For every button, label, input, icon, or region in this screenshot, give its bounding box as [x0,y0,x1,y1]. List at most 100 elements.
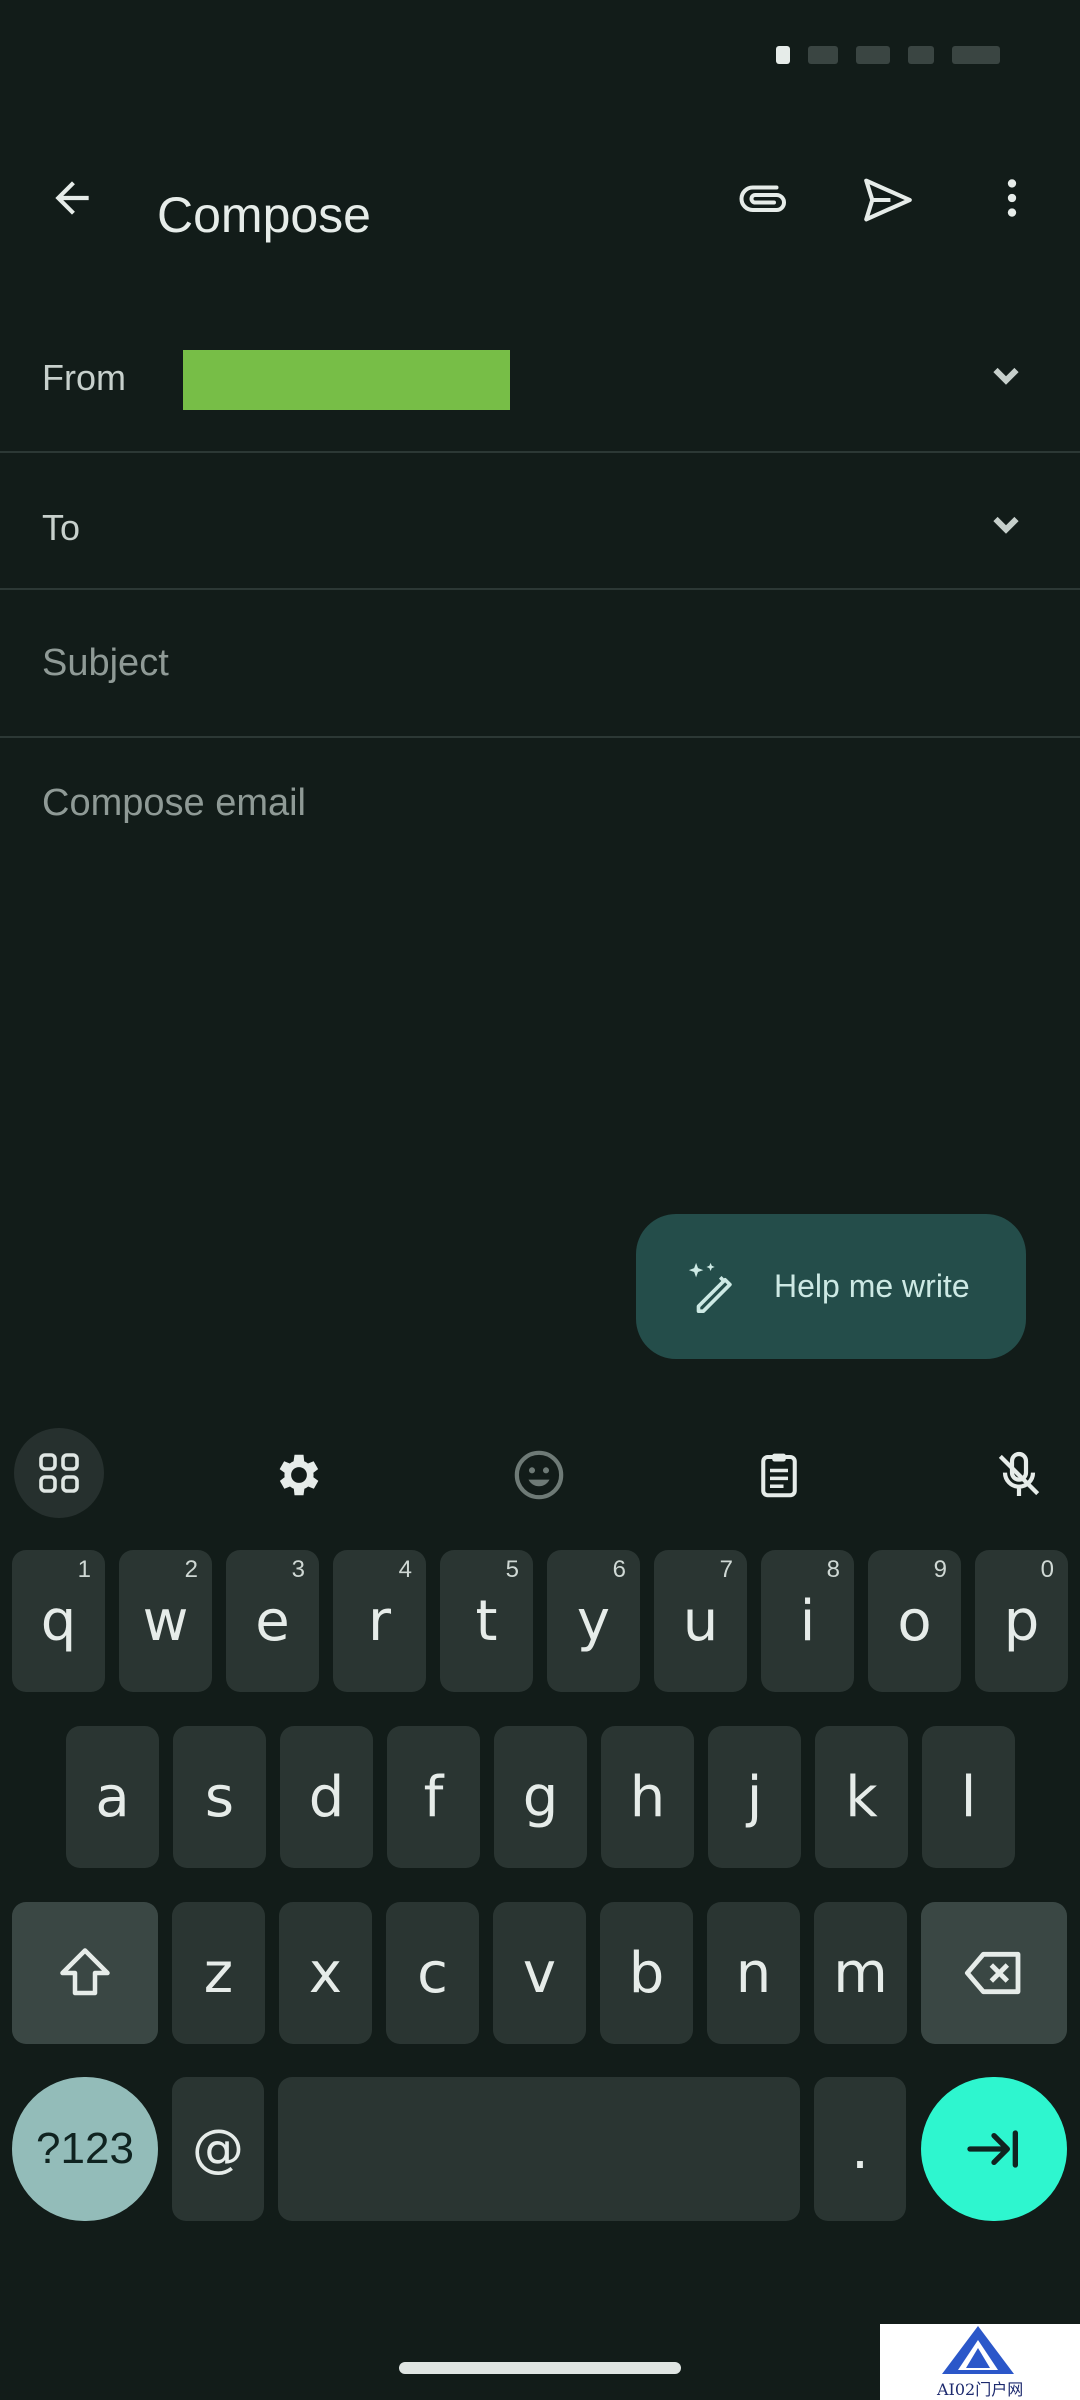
key-c[interactable]: c [386,1902,479,2044]
key-f-label: f [423,1764,444,1830]
key-j[interactable]: j [708,1726,801,1868]
home-indicator[interactable] [399,2362,681,2374]
keyboard-clipboard-button[interactable] [744,1440,814,1510]
key-q[interactable]: q1 [12,1550,105,1692]
key-i-hint: 8 [826,1556,840,1583]
key-l[interactable]: l [922,1726,1015,1868]
mic-off-icon [998,1451,1040,1496]
key-k[interactable]: k [815,1726,908,1868]
key-v[interactable]: v [493,1902,586,2044]
key-d-label: d [308,1764,345,1830]
divider [0,451,1080,453]
subject-field[interactable]: Subject [42,642,169,685]
key-e-hint: 3 [291,1556,305,1583]
key-q-label: q [40,1588,77,1654]
divider [0,588,1080,590]
key-u-label: u [682,1588,719,1654]
key-d[interactable]: d [280,1726,373,1868]
key-i-label: i [799,1588,816,1654]
from-account-redacted[interactable] [183,350,510,410]
keyboard-mic-button[interactable] [984,1440,1054,1510]
network-icon [856,46,890,64]
keyboard-settings-button[interactable] [264,1440,334,1510]
key-y-label: y [576,1588,611,1654]
gear-icon [279,1454,319,1496]
page-title: Compose [157,187,371,243]
send-button[interactable] [850,162,926,238]
status-bar [0,0,1080,130]
shift-arrow-icon [60,1948,110,1996]
from-label: From [42,357,126,398]
key-m-label: m [833,1940,888,2006]
key-r[interactable]: r4 [333,1550,426,1692]
from-chevron-down-icon[interactable] [988,358,1024,394]
apps-grid-icon [39,1453,79,1493]
key-t[interactable]: t5 [440,1550,533,1692]
period-key[interactable]: . [814,2077,906,2221]
key-a[interactable]: a [66,1726,159,1868]
key-t-hint: 5 [505,1556,519,1583]
key-z[interactable]: z [172,1902,265,2044]
watermark-logo: AI02门户网 [880,2324,1080,2400]
key-w[interactable]: w2 [119,1550,212,1692]
key-r-hint: 4 [398,1556,412,1583]
attach-button[interactable] [726,162,802,238]
key-o-label: o [897,1588,932,1654]
key-i[interactable]: i8 [761,1550,854,1692]
keyboard-apps-button[interactable] [14,1428,104,1518]
help-me-write-button[interactable]: Help me write [636,1214,1026,1359]
space-key[interactable] [278,2077,800,2221]
battery-level-icon [952,46,1000,64]
key-p[interactable]: p0 [975,1550,1068,1692]
key-n[interactable]: n [707,1902,800,2044]
emoji-icon [514,1450,564,1500]
key-n-label: n [735,1940,772,2006]
key-z-label: z [203,1940,234,2006]
key-x-label: x [308,1940,343,2006]
wifi-icon [808,46,838,64]
key-c-label: c [417,1940,448,2006]
more-vert-icon [1007,179,1017,217]
compose-body-field[interactable]: Compose email [42,782,306,825]
more-options-button[interactable] [976,162,1048,234]
key-h[interactable]: h [601,1726,694,1868]
back-button[interactable] [36,162,108,234]
key-r-label: r [367,1588,392,1654]
key-u[interactable]: u7 [654,1550,747,1692]
tab-arrow-icon [967,2130,1018,2168]
arrow-back-icon [55,181,89,215]
help-me-write-label: Help me write [774,1268,970,1304]
at-key[interactable]: @ [172,2077,264,2221]
key-v-label: v [522,1940,557,2006]
key-g[interactable]: g [494,1726,587,1868]
status-icons [776,46,1000,64]
key-o-hint: 9 [933,1556,947,1583]
key-e[interactable]: e3 [226,1550,319,1692]
backspace-key[interactable] [921,1902,1067,2044]
key-b-label: b [628,1940,665,2006]
to-label[interactable]: To [42,507,80,549]
key-x[interactable]: x [279,1902,372,2044]
clipboard-icon [761,1453,797,1498]
key-p-label: p [1003,1588,1040,1654]
to-chevron-down-icon[interactable] [988,507,1024,543]
symbols-key[interactable]: ?123 [12,2077,158,2221]
key-s-label: s [204,1764,235,1830]
key-a-label: a [95,1764,130,1830]
key-w-hint: 2 [184,1556,198,1583]
key-b[interactable]: b [600,1902,693,2044]
watermark-text: AI02门户网 [937,2380,1024,2399]
next-field-key[interactable] [921,2077,1067,2221]
key-l-label: l [960,1764,977,1830]
key-t-label: t [475,1588,498,1654]
keyboard-emoji-button[interactable] [504,1440,574,1510]
key-o[interactable]: o9 [868,1550,961,1692]
key-m[interactable]: m [814,1902,907,2044]
key-e-label: e [255,1588,290,1654]
shift-key[interactable] [12,1902,158,2044]
key-y[interactable]: y6 [547,1550,640,1692]
key-h-label: h [629,1764,666,1830]
key-s[interactable]: s [173,1726,266,1868]
signal-icon [776,46,790,64]
key-f[interactable]: f [387,1726,480,1868]
